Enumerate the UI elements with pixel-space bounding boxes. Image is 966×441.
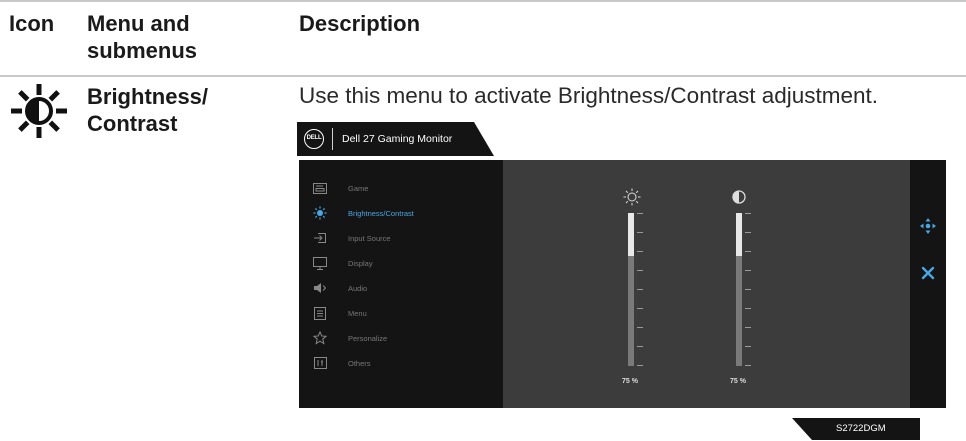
dell-logo: DELL — [304, 129, 324, 149]
brightness-sun-icon — [11, 84, 67, 138]
menu-item-label: Audio — [348, 283, 368, 293]
menu-item-brightness-contrast[interactable]: Brightness/Contrast — [312, 203, 492, 223]
menu-item-input-source[interactable]: Input Source — [312, 228, 492, 248]
osd-title-separator — [332, 128, 333, 150]
row-title-line2: Contrast — [87, 111, 178, 136]
display-icon — [313, 256, 327, 270]
contrast-value: 75 % — [730, 378, 746, 385]
input-source-icon — [314, 233, 326, 243]
header-description: Description — [299, 11, 421, 36]
star-icon — [313, 331, 327, 345]
others-icon — [313, 357, 327, 369]
header-menu: Menu and submenus — [87, 10, 197, 64]
menu-item-label: Personalize — [348, 333, 388, 343]
brightness-slider[interactable] — [628, 213, 634, 366]
model-tag-label: S2722DGM — [836, 423, 886, 434]
menu-item-personalize[interactable]: Personalize — [312, 328, 492, 348]
row-description: Use this menu to activate Brightness/Con… — [299, 83, 879, 108]
brightness-icon — [313, 206, 327, 220]
game-icon — [313, 182, 327, 194]
menu-item-label: Input Source — [348, 233, 391, 243]
contrast-slider-ticks — [745, 213, 751, 366]
header-menu-line1: Menu and — [87, 11, 190, 36]
header-menu-line2: submenus — [87, 38, 198, 63]
osd-nav-panel — [910, 160, 946, 408]
header-icon: Icon — [9, 11, 55, 36]
menu-item-game[interactable]: Game — [312, 178, 492, 198]
menu-item-label: Game — [348, 183, 369, 193]
contrast-icon — [732, 190, 746, 204]
menu-item-audio[interactable]: Audio — [312, 278, 492, 298]
audio-icon — [313, 283, 326, 293]
navigation-joystick-icon[interactable] — [920, 218, 936, 234]
menu-item-label: Brightness/Contrast — [348, 208, 414, 218]
contrast-slider-fill — [736, 213, 742, 256]
osd-adjust-panel — [503, 160, 910, 408]
brightness-value: 75 % — [622, 378, 638, 385]
contrast-slider[interactable] — [736, 213, 742, 366]
row-title-line1: Brightness/ — [87, 84, 209, 109]
close-icon[interactable] — [921, 266, 935, 280]
row-title: Brightness/ Contrast — [87, 83, 208, 137]
menu-item-label: Menu — [348, 308, 367, 318]
menu-item-label: Others — [348, 358, 371, 368]
top-rule — [0, 0, 966, 2]
osd-model-title: Dell 27 Gaming Monitor — [342, 133, 453, 145]
menu-item-menu[interactable]: Menu — [312, 303, 492, 323]
menu-item-display[interactable]: Display — [312, 253, 492, 273]
menu-item-others[interactable]: Others — [312, 353, 492, 373]
brightness-slider-fill — [628, 213, 634, 256]
menu-icon — [314, 306, 326, 320]
header-rule — [0, 75, 966, 77]
menu-item-label: Display — [348, 258, 373, 268]
brightness-slider-ticks — [637, 213, 643, 366]
sun-icon — [623, 188, 641, 206]
